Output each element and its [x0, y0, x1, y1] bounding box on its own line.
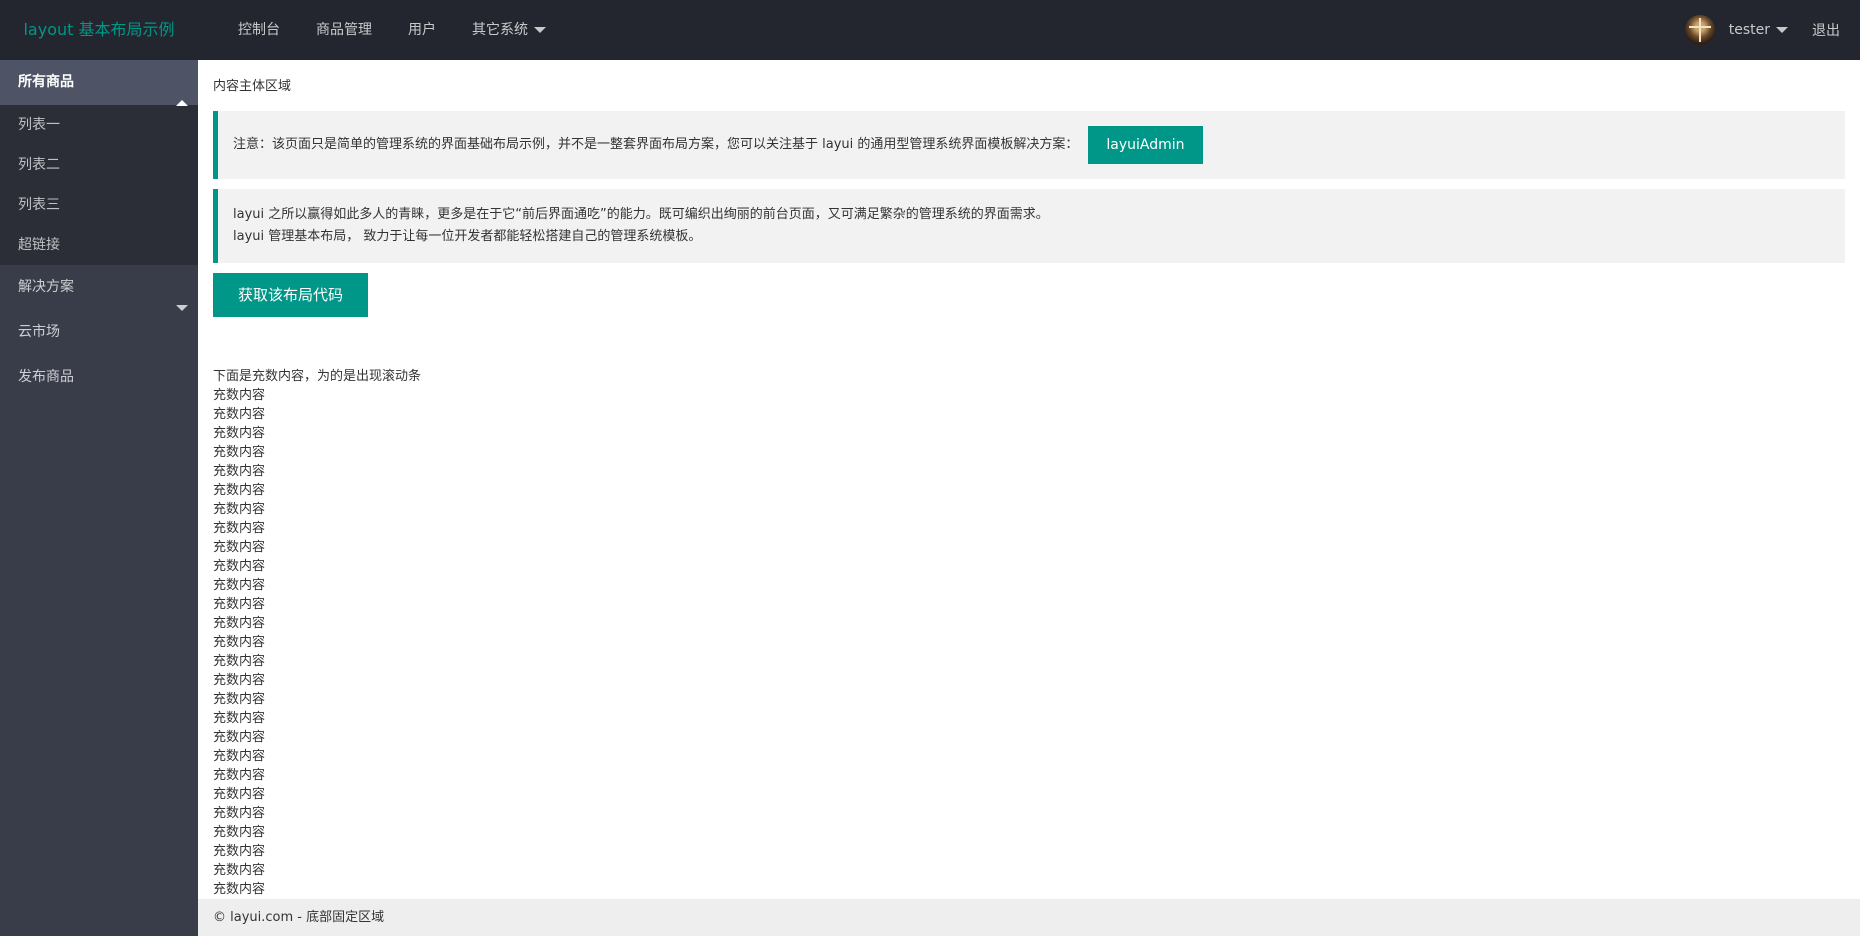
filler-line: 充数内容	[213, 863, 266, 878]
intro-quote: layui 之所以赢得如此多人的青睐，更多是在于它“前后界面通吃”的能力。既可编…	[213, 189, 1845, 263]
main-body: 内容主体区域 注意：该页面只是简单的管理系统的界面基础布局示例，并不是一整套界面…	[198, 60, 1860, 899]
filler-line: 充数内容	[213, 654, 266, 669]
footer: © layui.com - 底部固定区域	[198, 899, 1860, 936]
sidebar-subitem-list-3[interactable]: 列表三	[0, 185, 198, 225]
filler-line: 充数内容	[213, 692, 266, 707]
filler-line: 充数内容	[213, 597, 266, 612]
filler-line: 充数内容	[213, 445, 266, 460]
user-area: tester 退出	[1684, 0, 1860, 60]
content-title: 内容主体区域	[213, 79, 292, 94]
sidebar-item-all-products[interactable]: 所有商品	[0, 60, 198, 106]
sidebar-item-cloud-market[interactable]: 云市场	[0, 310, 198, 355]
filler-line: 充数内容	[213, 407, 266, 422]
filler-line: 充数内容	[213, 388, 266, 403]
filler-line: 充数内容	[213, 616, 266, 631]
filler-line: 充数内容	[213, 521, 266, 536]
filler-line: 充数内容	[213, 806, 266, 821]
notice-quote: 注意：该页面只是简单的管理系统的界面基础布局示例，并不是一整套界面布局方案，您可…	[213, 111, 1845, 179]
chevron-up-icon	[176, 80, 188, 125]
chevron-down-icon	[1776, 27, 1788, 33]
nav-item-label: 用户	[408, 22, 436, 38]
filler-line: 充数内容	[213, 635, 266, 650]
sidebar-item-label: 发布商品	[18, 369, 74, 385]
filler-line: 充数内容	[213, 502, 266, 517]
filler-line: 充数内容	[213, 768, 266, 783]
sidebar-item-label: 云市场	[18, 324, 60, 340]
filler-line: 充数内容	[213, 711, 266, 726]
sidebar-item-solutions[interactable]: 解决方案	[0, 265, 198, 311]
filler-line: 充数内容	[213, 730, 266, 745]
filler-line: 充数内容	[213, 787, 266, 802]
get-code-button[interactable]: 获取该布局代码	[213, 273, 369, 317]
filler-line: 充数内容	[213, 749, 266, 764]
top-header: layout 基本布局示例 控制台 商品管理 用户 其它系统 tester 退出	[0, 0, 1860, 60]
nav-item-label: 其它系统	[472, 22, 528, 38]
logout-link[interactable]: 退出	[1812, 20, 1840, 40]
layuiadmin-button[interactable]: layuiAdmin	[1088, 126, 1203, 164]
filler-line: 充数内容	[213, 464, 266, 479]
avatar[interactable]	[1684, 15, 1715, 45]
filler-line: 充数内容	[213, 825, 266, 840]
username-label: tester	[1728, 22, 1770, 38]
nav-item-label: 控制台	[238, 22, 280, 38]
sidebar-subitem-list-1[interactable]: 列表一	[0, 105, 198, 145]
filler-line: 充数内容	[213, 483, 266, 498]
filler-line: 充数内容	[213, 844, 266, 859]
chevron-down-icon	[534, 27, 546, 33]
sidebar-subitem-hyperlink[interactable]: 超链接	[0, 225, 198, 265]
filler-title: 下面是充数内容，为的是出现滚动条	[213, 369, 422, 384]
top-nav: 控制台 商品管理 用户 其它系统	[220, 0, 564, 60]
notice-text: 注意：该页面只是简单的管理系统的界面基础布局示例，并不是一整套界面布局方案，您可…	[233, 137, 1079, 152]
nav-item-label: 商品管理	[316, 22, 372, 38]
filler-line: 充数内容	[213, 882, 266, 897]
sidebar-submenu: 列表一 列表二 列表三 超链接	[0, 105, 198, 265]
intro-line-1: layui 之所以赢得如此多人的青睐，更多是在于它“前后界面通吃”的能力。既可编…	[233, 207, 1049, 222]
filler-line: 充数内容	[213, 426, 266, 441]
sidebar-item-label: 所有商品	[18, 74, 74, 90]
nav-item-users[interactable]: 用户	[390, 0, 454, 60]
filler-line: 充数内容	[213, 540, 266, 555]
nav-item-products[interactable]: 商品管理	[298, 0, 390, 60]
nav-item-dashboard[interactable]: 控制台	[220, 0, 298, 60]
filler-list: 充数内容 充数内容 充数内容 充数内容 充数内容 充数内容 充数内容 充数内容 充数内容 充数内容…	[213, 386, 1845, 899]
filler-line: 充数内容	[213, 578, 266, 593]
user-menu[interactable]: tester	[1729, 22, 1788, 38]
filler-line: 充数内容	[213, 673, 266, 688]
filler-line: 充数内容	[213, 559, 266, 574]
sidebar: 所有商品 列表一 列表二 列表三 超链接 解决方案 云市场 发布商品	[0, 60, 198, 936]
intro-line-2: layui 管理基本布局， 致力于让每一位开发者都能轻松搭建自己的管理系统模板。	[233, 229, 702, 244]
sidebar-item-publish-product[interactable]: 发布商品	[0, 355, 198, 400]
nav-item-other-systems[interactable]: 其它系统	[454, 0, 564, 60]
sidebar-item-label: 解决方案	[18, 279, 74, 295]
app-logo[interactable]: layout 基本布局示例	[0, 0, 198, 60]
content-area: 内容主体区域 注意：该页面只是简单的管理系统的界面基础布局示例，并不是一整套界面…	[198, 60, 1860, 899]
sidebar-subitem-list-2[interactable]: 列表二	[0, 145, 198, 185]
